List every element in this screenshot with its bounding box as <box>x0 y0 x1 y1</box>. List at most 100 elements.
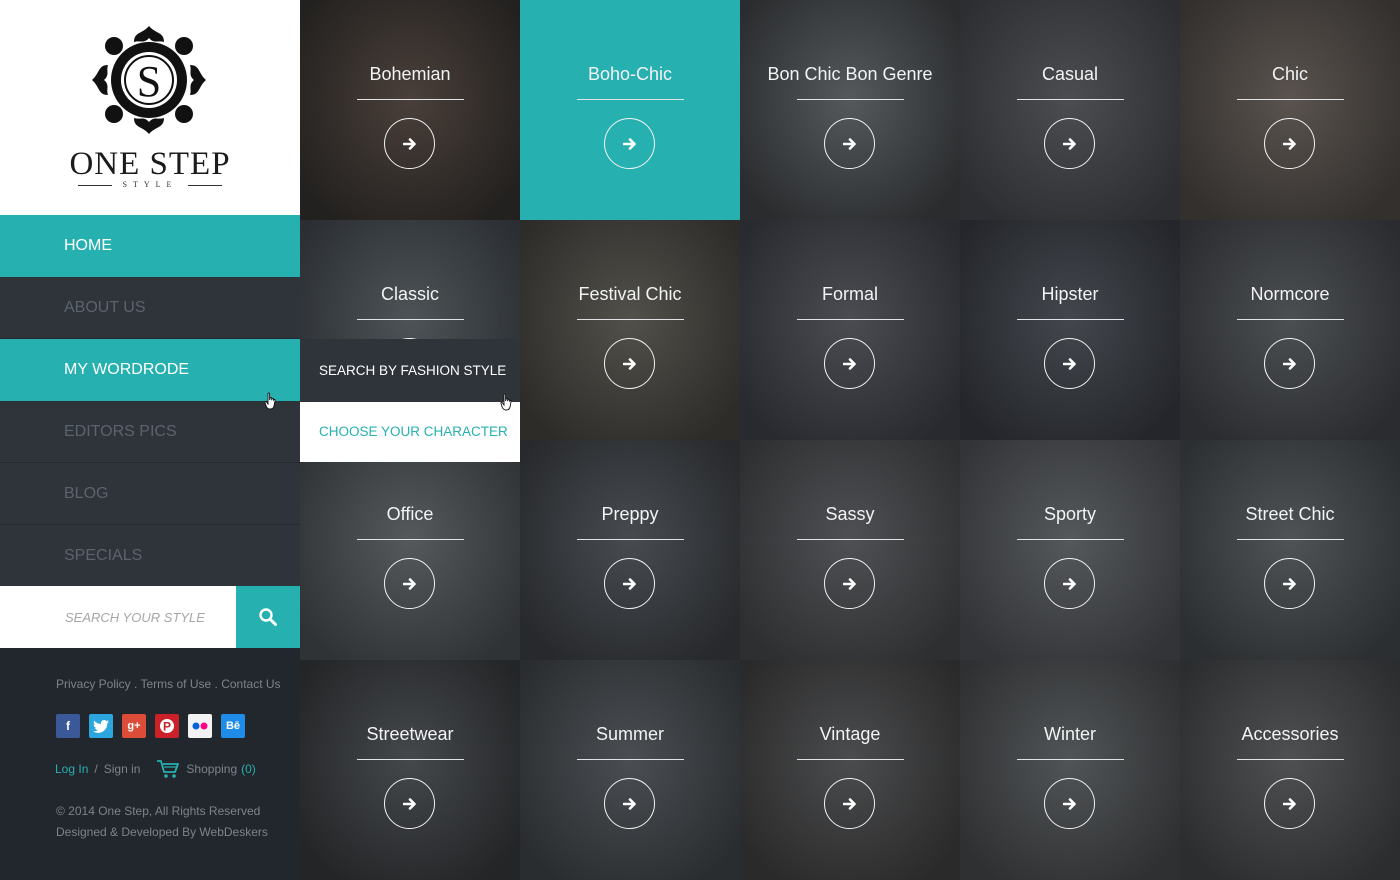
style-tile-title: Hipster <box>1041 284 1099 304</box>
arrow-right-button[interactable] <box>1264 338 1315 389</box>
style-tile-title: Sassy <box>825 504 875 524</box>
search-input[interactable] <box>0 586 236 648</box>
divider <box>1017 99 1124 100</box>
contact-us-link[interactable]: Contact Us <box>221 677 280 691</box>
style-tile-title: Street Chic <box>1245 504 1335 524</box>
style-tile-title: Accessories <box>1241 724 1339 744</box>
divider <box>577 539 684 540</box>
arrow-right-button[interactable] <box>824 558 875 609</box>
arrow-right-icon <box>1282 137 1296 150</box>
style-tile-bon-chic-bon-genre[interactable]: Bon Chic Bon Genre <box>740 0 960 220</box>
style-tile-boho-chic[interactable]: Boho-Chic <box>520 0 740 220</box>
nav-item-my-wordrode[interactable]: MY WORDRODE <box>0 339 300 401</box>
search-icon <box>259 608 277 626</box>
signin-link[interactable]: Sign in <box>104 762 141 776</box>
divider <box>797 759 904 760</box>
arrow-right-button[interactable] <box>604 558 655 609</box>
divider <box>1237 319 1344 320</box>
arrow-right-icon <box>842 797 856 810</box>
shopping-label[interactable]: Shopping <box>186 762 237 776</box>
arrow-right-icon <box>1062 577 1076 590</box>
nav-item-about-us[interactable]: ABOUT US <box>0 277 300 339</box>
menu-item-search-by-fashion-style[interactable]: SEARCH BY FASHION STYLE <box>300 339 520 402</box>
style-tile-office[interactable]: Office <box>300 440 520 660</box>
arrow-right-button[interactable] <box>824 778 875 829</box>
arrow-right-icon <box>1282 357 1296 370</box>
pinterest-icon[interactable]: P <box>155 714 179 738</box>
arrow-right-button[interactable] <box>1044 118 1095 169</box>
style-tile-festival-chic[interactable]: Festival Chic <box>520 220 740 440</box>
arrow-right-button[interactable] <box>604 338 655 389</box>
arrow-right-button[interactable] <box>1044 558 1095 609</box>
style-tile-summer[interactable]: Summer <box>520 660 740 880</box>
style-tile-sporty[interactable]: Sporty <box>960 440 1180 660</box>
divider <box>357 99 464 100</box>
style-tile-winter[interactable]: Winter <box>960 660 1180 880</box>
style-tile-sassy[interactable]: Sassy <box>740 440 960 660</box>
arrow-right-button[interactable] <box>1264 778 1315 829</box>
divider <box>1017 319 1124 320</box>
nav-item-blog[interactable]: BLOG <box>0 463 300 525</box>
privacy-policy-link[interactable]: Privacy Policy <box>56 677 131 691</box>
style-tile-bohemian[interactable]: Bohemian <box>300 0 520 220</box>
style-tile-vintage[interactable]: Vintage <box>740 660 960 880</box>
divider <box>357 759 464 760</box>
cart-count-badge[interactable]: (0) <box>241 762 256 776</box>
search-button[interactable] <box>236 586 300 648</box>
login-link[interactable]: Log In <box>55 762 88 776</box>
twitter-icon[interactable] <box>89 714 113 738</box>
nav-item-editors-pics[interactable]: EDITORS PICS <box>0 401 300 463</box>
arrow-right-button[interactable] <box>1044 338 1095 389</box>
style-tile-formal[interactable]: Formal <box>740 220 960 440</box>
style-tile-casual[interactable]: Casual <box>960 0 1180 220</box>
link-separator: . <box>211 677 222 691</box>
monogram-emblem-icon: S <box>92 26 206 134</box>
nav-item-specials[interactable]: SPECIALS <box>0 525 300 587</box>
behance-icon[interactable]: Bē <box>221 714 245 738</box>
flickr-icon[interactable] <box>188 714 212 738</box>
divider <box>357 319 464 320</box>
login-separator: / <box>94 762 98 776</box>
social-links: f g+ P Bē <box>56 714 245 738</box>
arrow-right-icon <box>1282 577 1296 590</box>
arrow-right-button[interactable] <box>384 778 435 829</box>
arrow-right-icon <box>622 577 636 590</box>
style-tile-hipster[interactable]: Hipster <box>960 220 1180 440</box>
shopping-cart-icon[interactable] <box>156 759 180 779</box>
arrow-right-button[interactable] <box>1044 778 1095 829</box>
arrow-right-button[interactable] <box>1264 558 1315 609</box>
menu-item-choose-your-character[interactable]: CHOOSE YOUR CHARACTER <box>300 402 520 462</box>
terms-of-use-link[interactable]: Terms of Use <box>140 677 211 691</box>
arrow-right-button[interactable] <box>384 118 435 169</box>
logo[interactable]: S ONE STEP STYLE <box>0 0 300 215</box>
arrow-right-button[interactable] <box>384 558 435 609</box>
copyright: © 2014 One Step, All Rights Reserved Des… <box>56 801 268 843</box>
arrow-right-icon <box>1062 137 1076 150</box>
arrow-right-icon <box>402 137 416 150</box>
arrow-right-button[interactable] <box>604 778 655 829</box>
nav-item-home[interactable]: HOME <box>0 215 300 277</box>
arrow-right-button[interactable] <box>824 338 875 389</box>
svg-text:P: P <box>163 720 171 734</box>
divider <box>1237 539 1344 540</box>
style-tile-accessories[interactable]: Accessories <box>1180 660 1400 880</box>
style-tile-title: Summer <box>595 724 664 744</box>
google-plus-icon[interactable]: g+ <box>122 714 146 738</box>
style-tile-street-chic[interactable]: Street Chic <box>1180 440 1400 660</box>
arrow-right-icon <box>1062 797 1076 810</box>
style-tile-title: Boho-Chic <box>587 64 673 84</box>
arrow-right-button[interactable] <box>824 118 875 169</box>
arrow-right-button[interactable] <box>604 118 655 169</box>
divider <box>1017 759 1124 760</box>
style-tile-chic[interactable]: Chic <box>1180 0 1400 220</box>
monogram-letter: S <box>137 57 161 106</box>
arrow-right-button[interactable] <box>1264 118 1315 169</box>
style-tile-preppy[interactable]: Preppy <box>520 440 740 660</box>
facebook-icon[interactable]: f <box>56 714 80 738</box>
divider <box>188 185 222 186</box>
divider <box>357 539 464 540</box>
footer-links: Privacy Policy . Terms of Use . Contact … <box>56 677 281 691</box>
style-tile-normcore[interactable]: Normcore <box>1180 220 1400 440</box>
style-tile-streetwear[interactable]: Streetwear <box>300 660 520 880</box>
sidebar-footer: Privacy Policy . Terms of Use . Contact … <box>0 648 300 880</box>
